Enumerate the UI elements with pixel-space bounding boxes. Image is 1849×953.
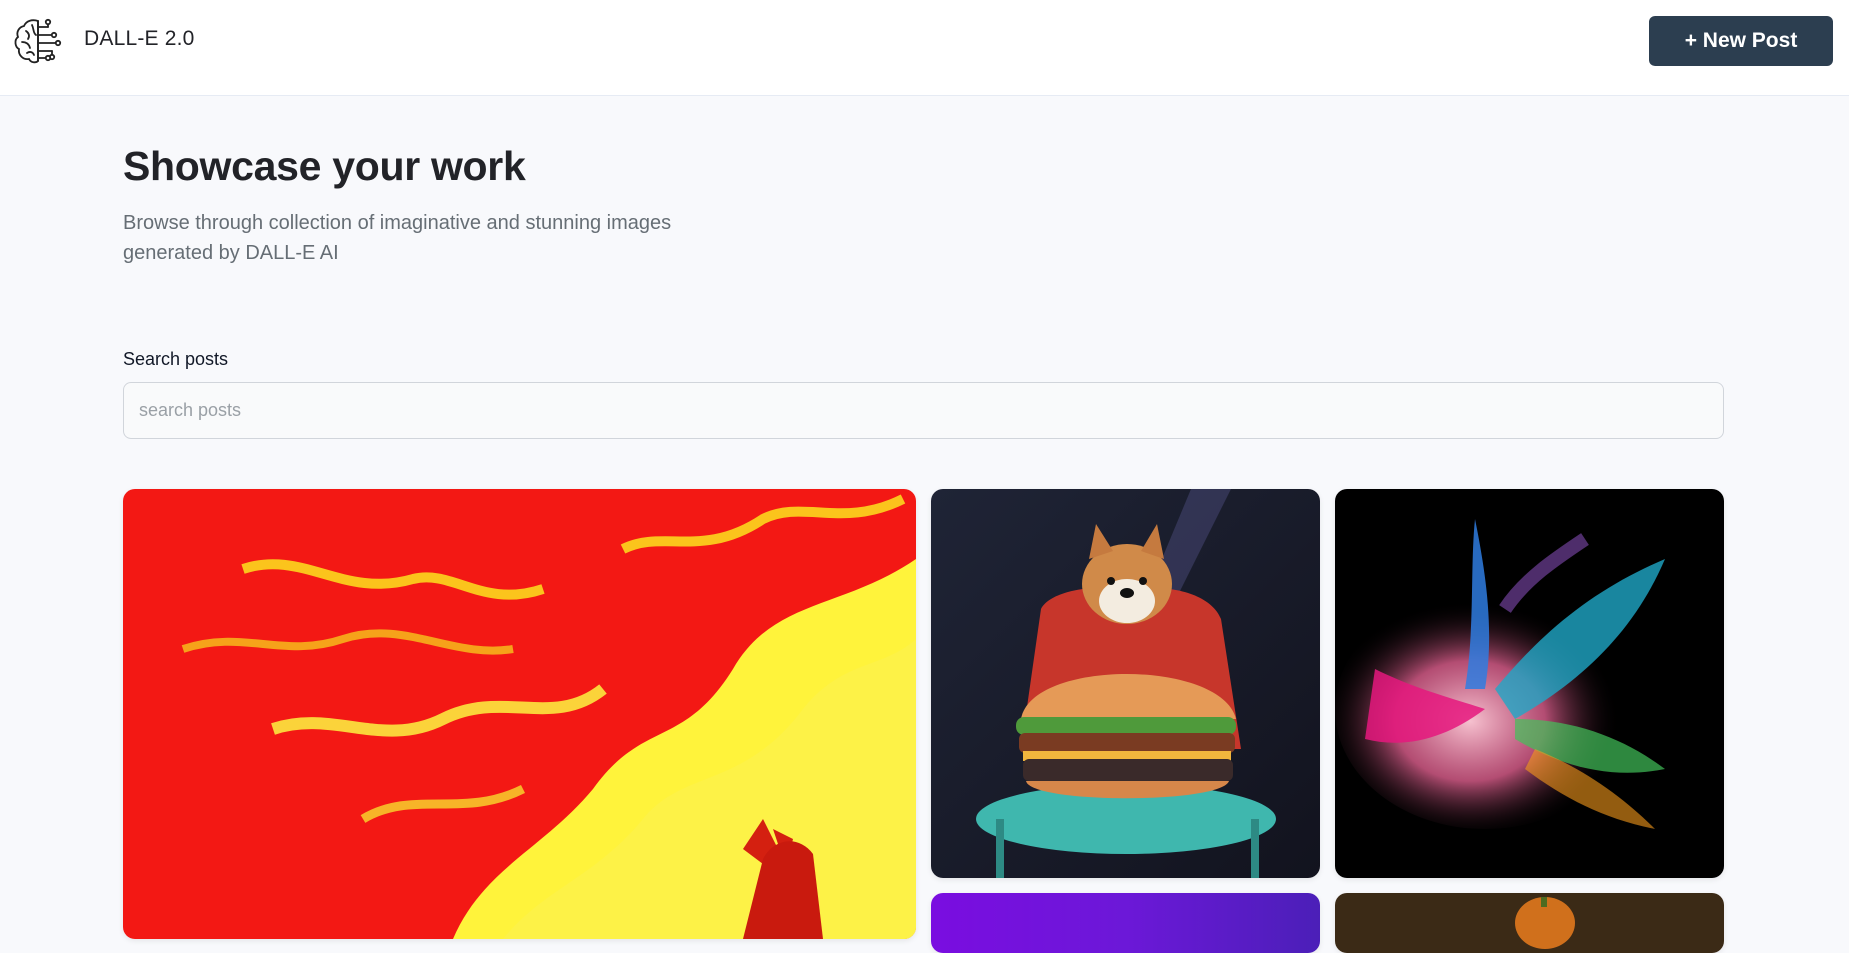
- brain-circuit-icon[interactable]: [12, 15, 64, 67]
- gallery-card-fire[interactable]: [123, 489, 916, 939]
- page-title: Showcase your work: [123, 143, 526, 189]
- color-powder-image: [1335, 489, 1724, 878]
- pumpkin-image: [1335, 893, 1724, 953]
- gallery-card-purple[interactable]: [931, 893, 1320, 953]
- gallery-card-doge-burger[interactable]: [931, 489, 1320, 878]
- gallery-card-pumpkin[interactable]: [1335, 893, 1724, 953]
- search-label: Search posts: [123, 349, 229, 369]
- app-name: DALL-E 2.0: [84, 27, 195, 50]
- page-subtitle: Browse through collection of imaginative…: [123, 212, 672, 264]
- gallery-card-color-powder[interactable]: [1335, 489, 1724, 878]
- new-post-button[interactable]: + New Post: [1649, 16, 1833, 66]
- fire-image: [123, 489, 916, 939]
- top-navbar: DALL-E 2.0 + New Post: [0, 0, 1849, 96]
- purple-image: [931, 893, 1320, 953]
- search-input[interactable]: [123, 382, 1724, 439]
- doge-burger-image: [931, 489, 1320, 878]
